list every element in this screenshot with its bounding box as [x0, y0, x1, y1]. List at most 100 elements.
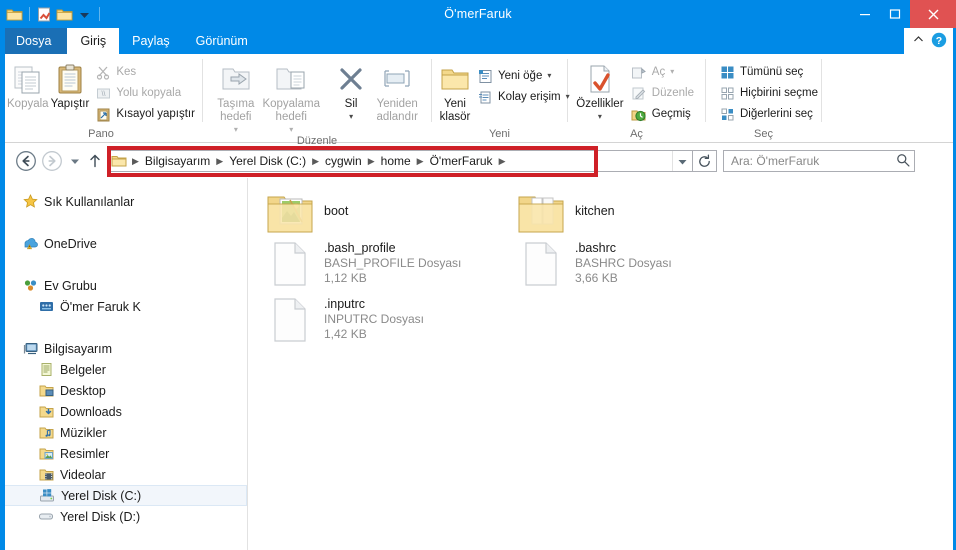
- easy-access-icon: [477, 89, 493, 105]
- ribbon-button-tasima-hedefi[interactable]: Taşıma hedefi ▾: [210, 58, 262, 134]
- help-icon[interactable]: ?: [931, 32, 947, 51]
- title-bar: Ö'merFaruk: [0, 0, 956, 28]
- ribbon-label-ac: Aç: [651, 66, 666, 78]
- sidebar-item-onedrive[interactable]: OneDrive: [0, 233, 247, 254]
- chevron-down-icon[interactable]: ▾: [289, 126, 293, 134]
- ribbon-button-duzenle[interactable]: Düzenle: [627, 83, 698, 103]
- ribbon-group-duzenle: Taşıma hedefi ▾ Kopyalama hedefi ▾ Sil ▾…: [203, 54, 431, 147]
- ribbon-button-yeniden-adlandir[interactable]: Yeniden adlandır: [370, 58, 424, 124]
- ribbon-button-kopyala[interactable]: Kopyala: [7, 58, 49, 111]
- pictures-icon: [38, 446, 54, 462]
- sidebar-item-sik-kullanilanlar[interactable]: Sık Kullanılanlar: [0, 191, 247, 212]
- up-button[interactable]: [85, 148, 105, 174]
- tab-paylas[interactable]: Paylaş: [119, 28, 183, 54]
- ribbon-label-ozellikler: Özellikler: [576, 98, 624, 110]
- chevron-down-icon[interactable]: ▾: [598, 113, 602, 121]
- ribbon-group-title-pano: Pano: [88, 128, 114, 140]
- chevron-down-icon[interactable]: ▾: [670, 68, 674, 76]
- ribbon-label-yolu-kopyala: Yolu kopyala: [116, 87, 182, 99]
- ribbon-button-gecmis[interactable]: Geçmiş: [627, 104, 698, 124]
- chevron-down-icon[interactable]: ▾: [234, 126, 238, 134]
- sidebar-item-bilgisayarim[interactable]: Bilgisayarım: [0, 338, 247, 359]
- sidebar-item-videolar[interactable]: Videolar: [0, 464, 247, 485]
- chevron-down-icon[interactable]: ▾: [349, 113, 353, 121]
- window-controls: [850, 0, 956, 28]
- ribbon-button-yeni-oge[interactable]: Yeni öğe ▾: [473, 66, 574, 86]
- sidebar-item-desktop[interactable]: Desktop: [0, 380, 247, 401]
- sidebar-item-omer-faruk-k[interactable]: Ö'mer Faruk K: [0, 296, 247, 317]
- list-item-meta: .bash_profile BASH_PROFILE Dosyası 1,12 …: [324, 240, 461, 286]
- back-button[interactable]: [13, 148, 39, 174]
- breadcrumb-item-omerfaruk[interactable]: Ö'merFaruk: [425, 151, 498, 171]
- ribbon-button-sil[interactable]: Sil ▾: [332, 58, 371, 121]
- breadcrumb-bar[interactable]: ▶ Bilgisayarım ▶ Yerel Disk (C:) ▶ cygwi…: [108, 150, 693, 172]
- search-icon[interactable]: [896, 153, 910, 170]
- recent-locations-button[interactable]: [65, 148, 85, 174]
- file-type: INPUTRC Dosyası: [324, 312, 425, 326]
- sidebar-item-downloads[interactable]: Downloads: [0, 401, 247, 422]
- ribbon-button-digerlerini-sec[interactable]: Diğerlerini seç: [715, 104, 822, 124]
- sidebar-item-yerel-disk-c[interactable]: Yerel Disk (C:): [0, 485, 247, 506]
- ribbon-button-tumunu-sec[interactable]: Tümünü seç: [715, 62, 822, 82]
- properties-icon[interactable]: [36, 6, 53, 23]
- ribbon-button-kopyalama-hedefi[interactable]: Kopyalama hedefi ▾: [262, 58, 321, 134]
- ribbon-button-kolay-erisim[interactable]: Kolay erişim ▾: [473, 87, 574, 107]
- ribbon-small-column-pano: Kes \\ Yolu kopyala Kısayol yapıştır: [91, 58, 199, 124]
- forward-button[interactable]: [39, 148, 65, 174]
- ribbon-group-title-yeni: Yeni: [488, 128, 510, 140]
- list-item[interactable]: .bashrc BASHRC Dosyası 3,66 KB: [517, 240, 767, 288]
- breadcrumb-item-cygwin[interactable]: cygwin: [320, 151, 367, 171]
- ribbon-button-yolu-kopyala[interactable]: \\ Yolu kopyala: [91, 83, 199, 103]
- breadcrumb-item-home[interactable]: home: [376, 151, 416, 171]
- file-name: .inputrc: [324, 297, 365, 311]
- ribbon-button-yeni-klasor[interactable]: Yeni klasör: [439, 58, 471, 124]
- tab-giris[interactable]: Giriş: [67, 28, 120, 54]
- ribbon-label-tasima-hedefi: Taşıma hedefi: [217, 98, 255, 123]
- breadcrumb-separator[interactable]: ▶: [367, 156, 376, 167]
- list-item[interactable]: .inputrc INPUTRC Dosyası 1,42 KB: [266, 296, 516, 344]
- folder-icon[interactable]: [6, 6, 23, 23]
- tab-dosya[interactable]: Dosya: [0, 28, 68, 54]
- qat-separator-2: [99, 7, 100, 21]
- ribbon-button-yapistir[interactable]: Yapıştır: [51, 58, 89, 111]
- breadcrumb-separator[interactable]: ▶: [416, 156, 425, 167]
- list-item[interactable]: kitchen: [517, 190, 767, 238]
- sidebar-item-muzikler[interactable]: Müzikler: [0, 422, 247, 443]
- ribbon-button-hicbirini-secme[interactable]: Hiçbirini seçme: [715, 83, 822, 103]
- address-dropdown-button[interactable]: [672, 151, 692, 171]
- sidebar-item-ev-grubu[interactable]: Ev Grubu: [0, 275, 247, 296]
- breadcrumb-separator[interactable]: ▶: [215, 156, 224, 167]
- close-button[interactable]: [910, 0, 956, 28]
- ribbon-button-kes[interactable]: Kes: [91, 62, 199, 82]
- breadcrumb-item-bilgisayarim[interactable]: Bilgisayarım: [140, 151, 215, 171]
- maximize-button[interactable]: [880, 0, 910, 28]
- sidebar-item-yerel-disk-d[interactable]: Yerel Disk (D:): [0, 506, 247, 527]
- breadcrumb-item-yerel-disk-c[interactable]: Yerel Disk (C:): [224, 151, 311, 171]
- chevron-down-icon[interactable]: [76, 6, 93, 23]
- chevron-down-icon[interactable]: ▾: [547, 72, 551, 80]
- new-folder-icon: [439, 62, 471, 96]
- star-icon: [22, 194, 38, 210]
- edit-icon: [631, 85, 647, 101]
- ribbon-label-kopyalama-hedefi: Kopyalama hedefi: [262, 98, 320, 123]
- ribbon-button-kisayol-yapistir[interactable]: Kısayol yapıştır: [91, 104, 199, 124]
- refresh-button[interactable]: [693, 150, 717, 172]
- sidebar-item-resimler[interactable]: Resimler: [0, 443, 247, 464]
- list-item[interactable]: boot: [266, 190, 516, 238]
- navigation-pane[interactable]: Sık Kullanılanlar OneDrive Ev Grubu Ö'me…: [0, 178, 248, 550]
- list-item[interactable]: .bash_profile BASH_PROFILE Dosyası 1,12 …: [266, 240, 516, 288]
- desktop-icon: [38, 383, 54, 399]
- tab-gorunum[interactable]: Görünüm: [183, 28, 261, 54]
- ribbon-button-ac[interactable]: Aç ▾: [627, 62, 698, 82]
- file-list-pane[interactable]: boot kitchen .bash_profile BASH_PROFILE …: [249, 178, 956, 550]
- search-input[interactable]: Ara: Ö'merFaruk: [723, 150, 915, 172]
- breadcrumb-separator[interactable]: ▶: [311, 156, 320, 167]
- chevron-up-icon[interactable]: [912, 33, 925, 49]
- minimize-button[interactable]: [850, 0, 880, 28]
- new-folder-icon[interactable]: [56, 6, 73, 23]
- sidebar-item-belgeler[interactable]: Belgeler: [0, 359, 247, 380]
- ribbon-button-ozellikler[interactable]: Özellikler ▾: [575, 58, 625, 121]
- breadcrumb-separator[interactable]: ▶: [131, 156, 140, 167]
- breadcrumb-separator[interactable]: ▶: [498, 156, 507, 167]
- sidebar-label: Yerel Disk (C:): [61, 488, 142, 503]
